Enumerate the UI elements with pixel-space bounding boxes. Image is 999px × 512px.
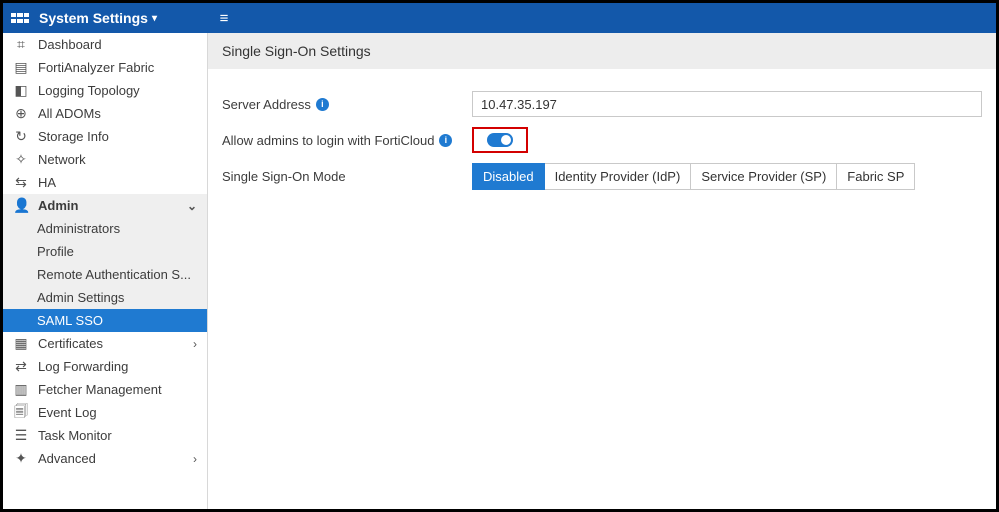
sidebar-item-label: Advanced	[38, 451, 184, 466]
sso-mode-group: Disabled Identity Provider (IdP) Service…	[472, 163, 915, 190]
sidebar-item-task-monitor[interactable]: ☰ Task Monitor	[3, 424, 207, 447]
sidebar-item-log-forwarding[interactable]: ⇄ Log Forwarding	[3, 355, 207, 378]
sso-mode-fabric-sp[interactable]: Fabric SP	[837, 163, 915, 190]
storage-icon: ↻	[13, 128, 29, 145]
panel-title: Single Sign-On Settings	[208, 33, 996, 69]
sidebar-item-label: Profile	[37, 244, 197, 259]
sidebar-item-admin[interactable]: 👤 Admin ⌄	[3, 194, 207, 217]
sidebar-sub-remote-auth[interactable]: Remote Authentication S...	[3, 263, 207, 286]
sidebar-item-all-adoms[interactable]: ⊕ All ADOMs	[3, 102, 207, 125]
info-icon[interactable]: i	[316, 98, 329, 111]
main-panel: Single Sign-On Settings Server Address i…	[208, 33, 996, 509]
sidebar-item-label: FortiAnalyzer Fabric	[38, 60, 197, 75]
log-forwarding-icon: ⇄	[13, 358, 29, 375]
sidebar-item-label: Storage Info	[38, 129, 197, 144]
sidebar-sub-profile[interactable]: Profile	[3, 240, 207, 263]
sidebar-item-label: Event Log	[38, 405, 197, 420]
forticloud-toggle[interactable]	[487, 133, 513, 147]
chevron-right-icon: ›	[193, 337, 197, 351]
row-sso-mode: Single Sign-On Mode Disabled Identity Pr…	[222, 163, 982, 190]
header-bar: System Settings ▾ ≡	[3, 3, 996, 33]
row-server-address: Server Address i	[222, 91, 982, 117]
sidebar-item-advanced[interactable]: ✦ Advanced ›	[3, 447, 207, 470]
header-title-text: System Settings	[39, 10, 148, 26]
sso-mode-idp[interactable]: Identity Provider (IdP)	[545, 163, 692, 190]
sidebar-item-label: HA	[38, 175, 197, 190]
toggle-knob	[501, 135, 511, 145]
sidebar-item-label: Admin Settings	[37, 290, 197, 305]
app-frame: System Settings ▾ ≡ ⌗ Dashboard ▤ FortiA…	[0, 0, 999, 512]
header-left: System Settings ▾	[3, 9, 208, 27]
sidebar-item-certificates[interactable]: ▦ Certificates ›	[3, 332, 207, 355]
sidebar-item-network[interactable]: ✧ Network	[3, 148, 207, 171]
admin-icon: 👤	[13, 197, 29, 214]
sso-form: Server Address i Allow admins to login w…	[208, 69, 996, 190]
sidebar-item-label: Task Monitor	[38, 428, 197, 443]
sso-mode-disabled[interactable]: Disabled	[472, 163, 545, 190]
hamburger-icon[interactable]: ≡	[214, 10, 234, 27]
sidebar-item-event-log[interactable]: 🗐 Event Log	[3, 401, 207, 424]
sidebar-item-fortianalyzer-fabric[interactable]: ▤ FortiAnalyzer Fabric	[3, 56, 207, 79]
sidebar-item-dashboard[interactable]: ⌗ Dashboard	[3, 33, 207, 56]
chevron-down-icon: ⌄	[187, 199, 197, 213]
fetcher-icon: ▥	[13, 381, 29, 398]
server-address-input[interactable]	[472, 91, 982, 117]
info-icon[interactable]: i	[439, 134, 452, 147]
body: ⌗ Dashboard ▤ FortiAnalyzer Fabric ◧ Log…	[3, 33, 996, 509]
sidebar-item-label: Logging Topology	[38, 83, 197, 98]
label-text: Server Address	[222, 97, 311, 112]
certificates-icon: ▦	[13, 335, 29, 352]
fabric-icon: ▤	[13, 59, 29, 76]
sidebar-item-label: Dashboard	[38, 37, 197, 52]
sidebar-sub-admin-settings[interactable]: Admin Settings	[3, 286, 207, 309]
sidebar-item-storage-info[interactable]: ↻ Storage Info	[3, 125, 207, 148]
sidebar-item-label: Remote Authentication S...	[37, 267, 197, 282]
sidebar-sub-administrators[interactable]: Administrators	[3, 217, 207, 240]
sidebar-item-label: Administrators	[37, 221, 197, 236]
ha-icon: ⇆	[13, 174, 29, 191]
sidebar-item-label: Network	[38, 152, 197, 167]
sidebar-sub-saml-sso[interactable]: SAML SSO	[3, 309, 207, 332]
sidebar-item-label: All ADOMs	[38, 106, 197, 121]
topology-icon: ◧	[13, 82, 29, 99]
app-logo-icon	[11, 9, 29, 27]
label-allow-forticloud: Allow admins to login with FortiCloud i	[222, 133, 472, 148]
sidebar: ⌗ Dashboard ▤ FortiAnalyzer Fabric ◧ Log…	[3, 33, 208, 509]
label-text: Single Sign-On Mode	[222, 169, 346, 184]
highlight-box	[472, 127, 528, 153]
label-server-address: Server Address i	[222, 97, 472, 112]
network-icon: ✧	[13, 151, 29, 168]
sidebar-item-label: Admin	[38, 198, 178, 213]
sidebar-item-fetcher-management[interactable]: ▥ Fetcher Management	[3, 378, 207, 401]
header-title[interactable]: System Settings ▾	[39, 10, 157, 26]
sidebar-item-label: Fetcher Management	[38, 382, 197, 397]
event-log-icon: 🗐	[13, 401, 29, 425]
task-monitor-icon: ☰	[13, 427, 29, 444]
sidebar-item-label: Certificates	[38, 336, 184, 351]
chevron-right-icon: ›	[193, 452, 197, 466]
sidebar-item-label: Log Forwarding	[38, 359, 197, 374]
advanced-icon: ✦	[13, 450, 29, 467]
label-sso-mode: Single Sign-On Mode	[222, 169, 472, 184]
row-allow-forticloud: Allow admins to login with FortiCloud i	[222, 127, 982, 153]
sidebar-item-ha[interactable]: ⇆ HA	[3, 171, 207, 194]
caret-down-icon: ▾	[152, 13, 157, 24]
sidebar-item-label: SAML SSO	[37, 313, 197, 328]
adom-icon: ⊕	[13, 105, 29, 122]
label-text: Allow admins to login with FortiCloud	[222, 133, 434, 148]
sidebar-item-logging-topology[interactable]: ◧ Logging Topology	[3, 79, 207, 102]
dashboard-icon: ⌗	[13, 36, 29, 53]
sso-mode-sp[interactable]: Service Provider (SP)	[691, 163, 837, 190]
